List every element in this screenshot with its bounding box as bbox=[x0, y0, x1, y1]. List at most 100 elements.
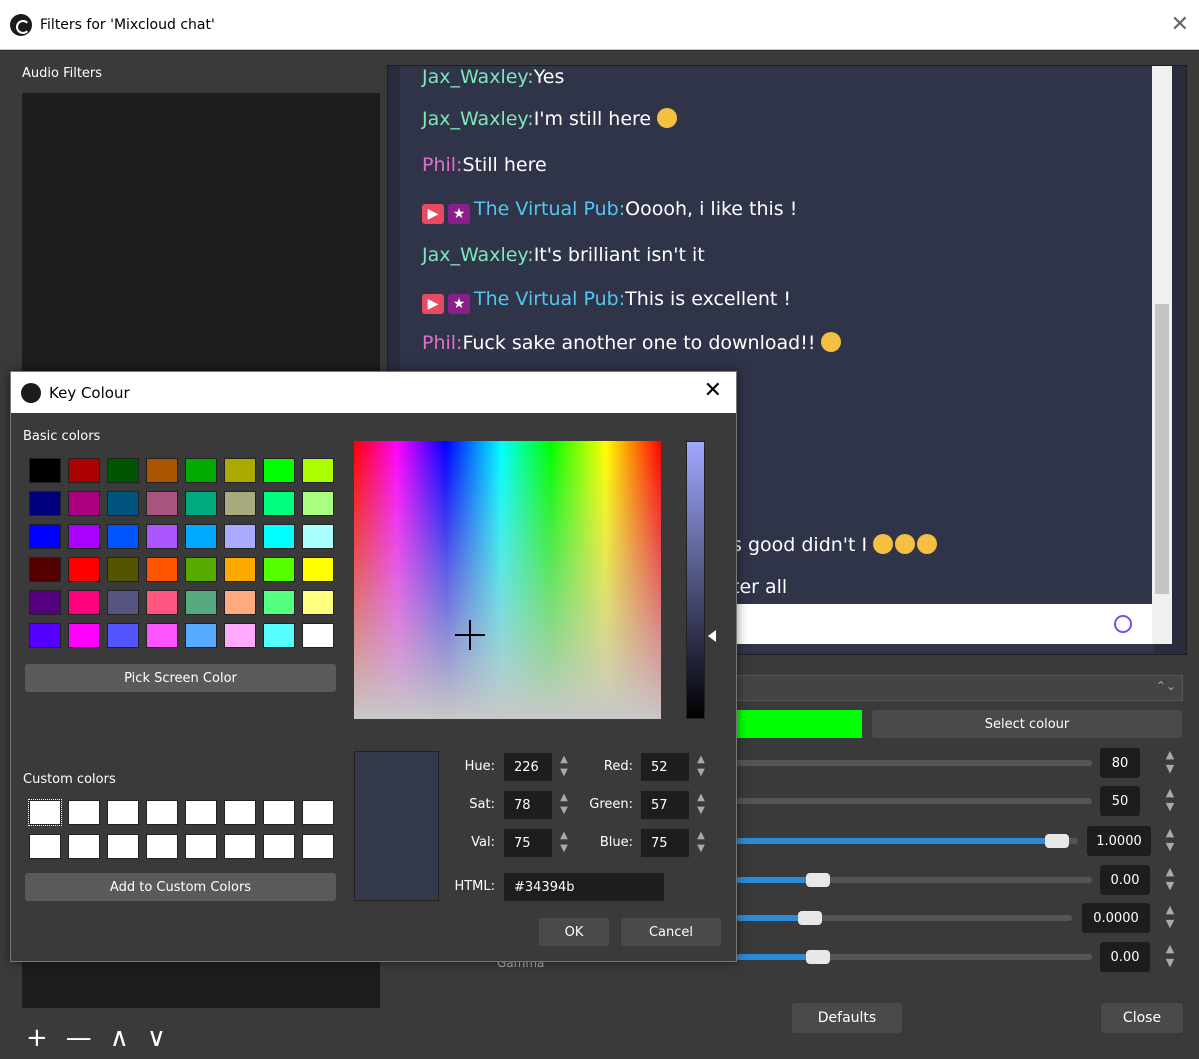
defaults-button[interactable]: Defaults bbox=[792, 1003, 902, 1033]
val-field[interactable]: 75 bbox=[504, 829, 552, 857]
basic-color-swatch[interactable] bbox=[224, 623, 256, 648]
select-colour-button[interactable]: Select colour bbox=[872, 710, 1182, 738]
color-spectrum[interactable] bbox=[354, 441, 661, 719]
basic-color-swatch[interactable] bbox=[185, 557, 217, 582]
opacity-spin-icon[interactable]: ▲ ▼ bbox=[1160, 826, 1180, 856]
basic-color-swatch[interactable] bbox=[185, 491, 217, 516]
basic-color-swatch[interactable] bbox=[263, 491, 295, 516]
basic-color-swatch[interactable] bbox=[263, 458, 295, 483]
brightness-spin-icon[interactable]: ▲ ▼ bbox=[1160, 903, 1180, 933]
basic-color-swatch[interactable] bbox=[29, 557, 61, 582]
contrast-slider[interactable] bbox=[736, 873, 1092, 887]
spectrum-crosshair-icon[interactable] bbox=[455, 620, 485, 650]
basic-color-swatch[interactable] bbox=[107, 458, 139, 483]
basic-color-swatch[interactable] bbox=[302, 458, 334, 483]
opacity-slider[interactable] bbox=[736, 834, 1078, 848]
basic-color-swatch[interactable] bbox=[29, 491, 61, 516]
basic-color-swatch[interactable] bbox=[146, 458, 178, 483]
remove-filter-icon[interactable]: — bbox=[66, 1023, 92, 1053]
basic-color-swatch[interactable] bbox=[29, 590, 61, 615]
basic-color-swatch[interactable] bbox=[146, 590, 178, 615]
similarity-value[interactable]: 80 bbox=[1100, 748, 1140, 778]
smoothness-spin-icon[interactable]: ▲ ▼ bbox=[1160, 786, 1180, 816]
contrast-spin-icon[interactable]: ▲ ▼ bbox=[1160, 865, 1180, 895]
basic-color-swatch[interactable] bbox=[29, 623, 61, 648]
basic-color-swatch[interactable] bbox=[302, 557, 334, 582]
basic-color-swatch[interactable] bbox=[107, 623, 139, 648]
html-color-field[interactable]: #34394b bbox=[504, 873, 664, 901]
custom-color-swatch[interactable] bbox=[224, 800, 256, 825]
move-down-icon[interactable]: ∨ bbox=[147, 1023, 166, 1053]
basic-color-swatch[interactable] bbox=[146, 557, 178, 582]
gamma-spin-icon[interactable]: ▲ ▼ bbox=[1160, 942, 1180, 972]
add-filter-icon[interactable]: + bbox=[26, 1023, 48, 1053]
custom-color-swatch[interactable] bbox=[263, 800, 295, 825]
basic-color-swatch[interactable] bbox=[29, 524, 61, 549]
basic-color-swatch[interactable] bbox=[107, 491, 139, 516]
move-up-icon[interactable]: ∧ bbox=[110, 1023, 129, 1053]
gamma-handle[interactable] bbox=[805, 950, 830, 964]
contrast-value[interactable]: 0.00 bbox=[1100, 865, 1150, 895]
red-spin-icon[interactable]: ▲ ▼ bbox=[693, 753, 709, 781]
dialog-close-icon[interactable]: ✕ bbox=[704, 378, 722, 403]
similarity-spin-icon[interactable]: ▲ ▼ bbox=[1160, 748, 1180, 778]
sat-spin-icon[interactable]: ▲ ▼ bbox=[556, 791, 572, 819]
preview-scrollbar[interactable] bbox=[1152, 66, 1172, 644]
basic-color-swatch[interactable] bbox=[224, 524, 256, 549]
basic-color-swatch[interactable] bbox=[68, 524, 100, 549]
basic-color-swatch[interactable] bbox=[263, 524, 295, 549]
basic-color-swatch[interactable] bbox=[146, 491, 178, 516]
similarity-slider[interactable] bbox=[736, 760, 1092, 766]
basic-color-swatch[interactable] bbox=[68, 557, 100, 582]
blue-spin-icon[interactable]: ▲ ▼ bbox=[693, 829, 709, 857]
basic-color-swatch[interactable] bbox=[68, 623, 100, 648]
basic-color-swatch[interactable] bbox=[68, 491, 100, 516]
window-close-icon[interactable]: ✕ bbox=[1171, 12, 1189, 37]
cancel-button[interactable]: Cancel bbox=[621, 918, 721, 946]
custom-color-swatch[interactable] bbox=[185, 834, 217, 859]
green-spin-icon[interactable]: ▲ ▼ bbox=[693, 791, 709, 819]
basic-color-swatch[interactable] bbox=[107, 590, 139, 615]
green-field[interactable]: 57 bbox=[641, 791, 689, 819]
sat-field[interactable]: 78 bbox=[504, 791, 552, 819]
smoothness-slider[interactable] bbox=[736, 798, 1092, 804]
brightness-handle[interactable] bbox=[797, 911, 822, 925]
scrollbar-thumb[interactable] bbox=[1155, 304, 1169, 594]
custom-color-swatch[interactable] bbox=[146, 834, 178, 859]
emoji-icon[interactable] bbox=[1114, 615, 1132, 633]
add-to-custom-colors-button[interactable]: Add to Custom Colors bbox=[25, 873, 336, 901]
smoothness-value[interactable]: 50 bbox=[1100, 786, 1140, 816]
opacity-value[interactable]: 1.0000 bbox=[1087, 826, 1151, 856]
basic-color-swatch[interactable] bbox=[224, 557, 256, 582]
custom-color-swatch[interactable] bbox=[29, 834, 61, 859]
contrast-handle[interactable] bbox=[805, 873, 830, 887]
brightness-value[interactable]: 0.0000 bbox=[1082, 903, 1150, 933]
basic-color-swatch[interactable] bbox=[185, 524, 217, 549]
basic-color-swatch[interactable] bbox=[224, 491, 256, 516]
val-spin-icon[interactable]: ▲ ▼ bbox=[556, 829, 572, 857]
basic-color-swatch[interactable] bbox=[224, 458, 256, 483]
basic-color-swatch[interactable] bbox=[107, 557, 139, 582]
opacity-handle[interactable] bbox=[1045, 834, 1070, 848]
hue-field[interactable]: 226 bbox=[504, 753, 552, 781]
red-field[interactable]: 52 bbox=[641, 753, 689, 781]
basic-color-swatch[interactable] bbox=[263, 557, 295, 582]
custom-color-swatch[interactable] bbox=[146, 800, 178, 825]
brightness-slider[interactable] bbox=[736, 911, 1072, 925]
value-arrow-icon[interactable] bbox=[708, 630, 716, 642]
pick-screen-color-button[interactable]: Pick Screen Color bbox=[25, 664, 336, 692]
key-color-type-select[interactable]: ⌃⌄ bbox=[733, 675, 1183, 701]
basic-color-swatch[interactable] bbox=[185, 458, 217, 483]
basic-color-swatch[interactable] bbox=[68, 458, 100, 483]
custom-color-swatch[interactable] bbox=[224, 834, 256, 859]
custom-color-swatch[interactable] bbox=[68, 834, 100, 859]
basic-color-swatch[interactable] bbox=[302, 524, 334, 549]
custom-color-swatch[interactable] bbox=[263, 834, 295, 859]
basic-color-swatch[interactable] bbox=[263, 590, 295, 615]
hue-spin-icon[interactable]: ▲ ▼ bbox=[556, 753, 572, 781]
basic-color-swatch[interactable] bbox=[29, 458, 61, 483]
custom-color-swatch[interactable] bbox=[185, 800, 217, 825]
gamma-value[interactable]: 0.00 bbox=[1100, 942, 1150, 972]
custom-color-swatch[interactable] bbox=[302, 800, 334, 825]
custom-color-swatch[interactable] bbox=[107, 800, 139, 825]
